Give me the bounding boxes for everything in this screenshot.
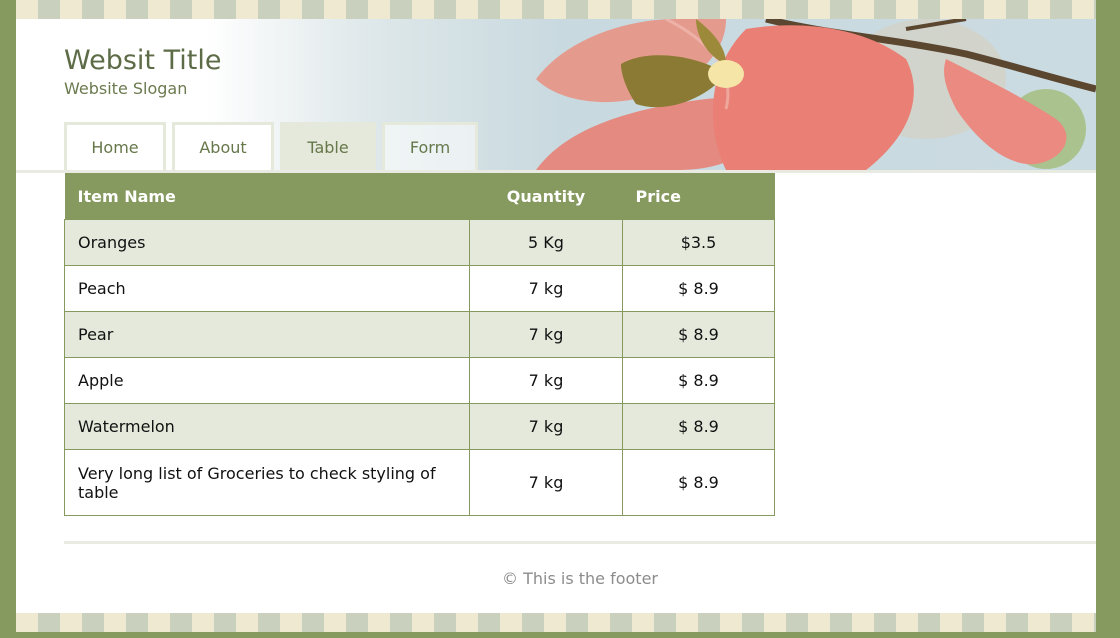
- cell-quantity: 7 kg: [469, 403, 623, 450]
- cell-item-name: Peach: [64, 265, 470, 312]
- nav-tab-table[interactable]: Table: [280, 122, 376, 170]
- page: Websit Title Website Slogan Home About T…: [16, 0, 1096, 638]
- cell-price: $ 8.9: [622, 449, 775, 516]
- cell-item-name: Oranges: [64, 219, 470, 266]
- footer-divider: [64, 541, 1096, 544]
- grocery-table: Item Name Quantity Price Oranges 5 Kg $3…: [64, 173, 775, 516]
- table-header-row: Item Name Quantity Price: [64, 173, 775, 220]
- main-nav: Home About Table Form: [64, 122, 478, 170]
- cell-price: $ 8.9: [622, 265, 775, 312]
- table-row: Peach 7 kg $ 8.9: [64, 265, 775, 312]
- cell-quantity: 7 kg: [469, 357, 623, 404]
- column-header-item-name: Item Name: [64, 173, 470, 220]
- top-border-stripe: [16, 0, 1096, 19]
- cell-item-name: Pear: [64, 311, 470, 358]
- table-row: Watermelon 7 kg $ 8.9: [64, 403, 775, 450]
- bottom-band: [16, 632, 1096, 638]
- cell-price: $ 8.9: [622, 311, 775, 358]
- column-header-price: Price: [622, 173, 775, 220]
- cell-price: $ 8.9: [622, 403, 775, 450]
- footer-text: © This is the footer: [502, 569, 658, 588]
- table-row: Very long list of Groceries to check sty…: [64, 449, 775, 516]
- column-header-quantity: Quantity: [469, 173, 623, 220]
- cell-quantity: 7 kg: [469, 265, 623, 312]
- table-row: Pear 7 kg $ 8.9: [64, 311, 775, 358]
- cell-quantity: 5 Kg: [469, 219, 623, 266]
- nav-tab-form[interactable]: Form: [382, 122, 478, 170]
- site-slogan: Website Slogan: [64, 79, 188, 98]
- cell-quantity: 7 kg: [469, 449, 623, 516]
- nav-tab-home[interactable]: Home: [64, 122, 166, 170]
- table-row: Apple 7 kg $ 8.9: [64, 357, 775, 404]
- cell-item-name: Apple: [64, 357, 470, 404]
- site-title: Websit Title: [64, 45, 222, 76]
- nav-tab-about[interactable]: About: [172, 122, 274, 170]
- cell-price: $ 8.9: [622, 357, 775, 404]
- table-row: Oranges 5 Kg $3.5: [64, 219, 775, 266]
- bottom-border-stripe: [16, 613, 1096, 632]
- cell-item-name: Very long list of Groceries to check sty…: [64, 449, 470, 516]
- cell-quantity: 7 kg: [469, 311, 623, 358]
- cell-price: $3.5: [622, 219, 775, 266]
- site-header: Websit Title Website Slogan Home About T…: [16, 19, 1096, 170]
- cell-item-name: Watermelon: [64, 403, 470, 450]
